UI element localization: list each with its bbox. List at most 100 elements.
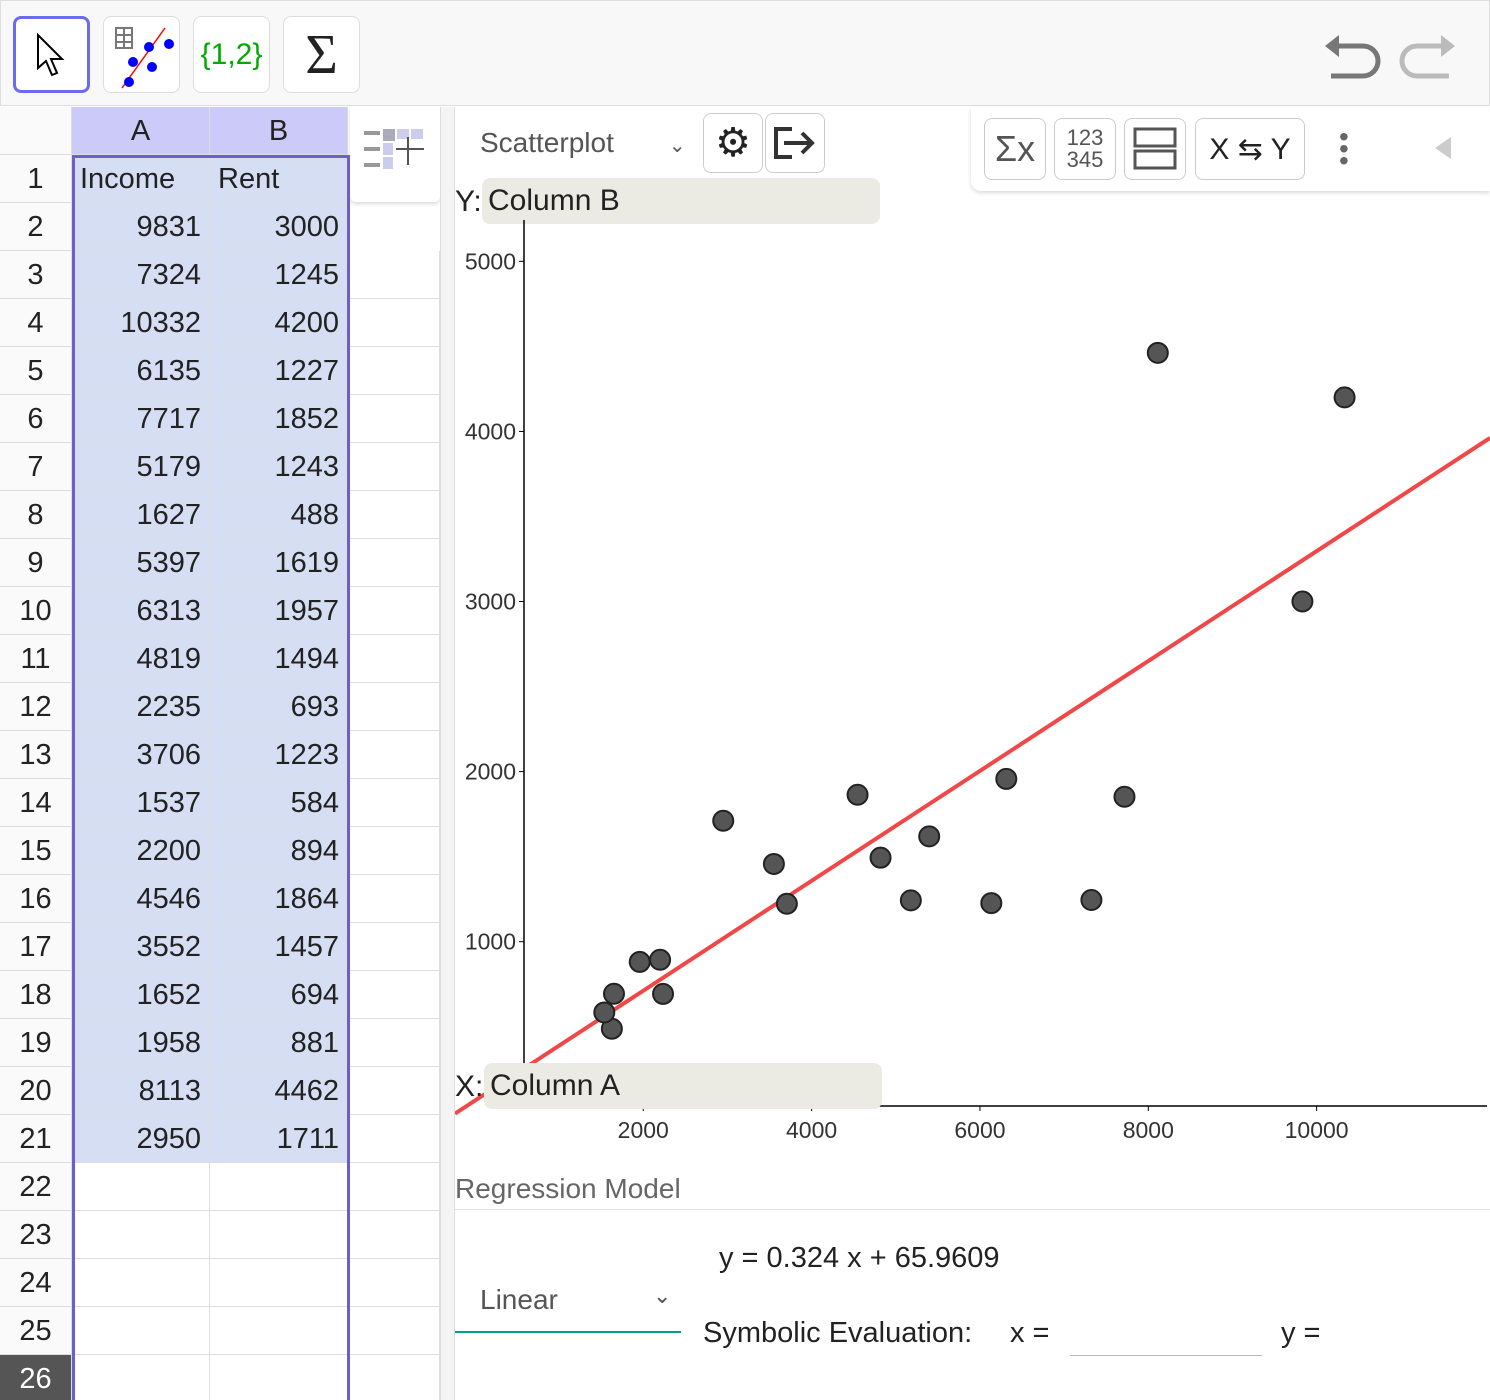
cell-c[interactable] xyxy=(348,827,440,875)
move-tool-button[interactable] xyxy=(13,16,90,93)
cell-a[interactable]: 3552 xyxy=(72,923,210,971)
row-header[interactable]: 25 xyxy=(0,1307,72,1355)
cell-c[interactable] xyxy=(348,1307,440,1355)
cell-a[interactable]: 1537 xyxy=(72,779,210,827)
cell-a[interactable]: 1652 xyxy=(72,971,210,1019)
cell-c[interactable] xyxy=(348,251,440,299)
cell-c[interactable] xyxy=(348,1211,440,1259)
export-button[interactable] xyxy=(765,113,825,173)
cell-b[interactable]: 881 xyxy=(210,1019,348,1067)
cell-b[interactable]: 1852 xyxy=(210,395,348,443)
cell-c[interactable] xyxy=(348,491,440,539)
cell-b[interactable]: 488 xyxy=(210,491,348,539)
cell-a[interactable] xyxy=(72,1355,210,1400)
cell-b[interactable]: 1457 xyxy=(210,923,348,971)
cell-a[interactable]: 2200 xyxy=(72,827,210,875)
cell-a[interactable]: 2235 xyxy=(72,683,210,731)
row-header[interactable]: 12 xyxy=(0,683,72,731)
row-header[interactable]: 1 xyxy=(0,155,72,203)
panel-divider[interactable] xyxy=(440,107,455,1400)
cell-a[interactable] xyxy=(72,1163,210,1211)
plot-type-dropdown[interactable]: Scatterplot ⌄ xyxy=(480,127,686,159)
cell-c[interactable] xyxy=(348,587,440,635)
row-header[interactable]: 4 xyxy=(0,299,72,347)
cell-a[interactable]: 8113 xyxy=(72,1067,210,1115)
undo-icon[interactable] xyxy=(1323,31,1383,83)
cell-b[interactable]: 1223 xyxy=(210,731,348,779)
row-header[interactable]: 21 xyxy=(0,1115,72,1163)
row-header[interactable]: 5 xyxy=(0,347,72,395)
cell-b[interactable]: Rent xyxy=(210,155,348,203)
cell-c[interactable] xyxy=(348,1163,440,1211)
cell-a[interactable]: 6135 xyxy=(72,347,210,395)
cell-a[interactable]: 1958 xyxy=(72,1019,210,1067)
cell-b[interactable]: 1227 xyxy=(210,347,348,395)
row-header[interactable]: 2 xyxy=(0,203,72,251)
create-list-tool-button[interactable]: {1,2} xyxy=(193,16,270,93)
cell-b[interactable]: 4462 xyxy=(210,1067,348,1115)
cell-c[interactable] xyxy=(348,635,440,683)
redo-icon[interactable] xyxy=(1397,31,1457,83)
cell-a[interactable]: 10332 xyxy=(72,299,210,347)
cell-b[interactable]: 1245 xyxy=(210,251,348,299)
row-header[interactable]: 19 xyxy=(0,1019,72,1067)
cell-c[interactable] xyxy=(348,1355,440,1400)
row-header[interactable]: 17 xyxy=(0,923,72,971)
regression-type-dropdown[interactable]: Linear ⌄ xyxy=(455,1277,681,1333)
cell-c[interactable] xyxy=(348,971,440,1019)
statistics-button[interactable]: Σx xyxy=(984,118,1046,180)
column-header-b[interactable]: B xyxy=(210,107,348,155)
cell-c[interactable] xyxy=(348,1067,440,1115)
cell-a[interactable]: 5397 xyxy=(72,539,210,587)
cell-c[interactable] xyxy=(348,1019,440,1067)
cell-b[interactable] xyxy=(210,1355,348,1400)
cell-b[interactable]: 1957 xyxy=(210,587,348,635)
cell-a[interactable]: 2950 xyxy=(72,1115,210,1163)
two-variable-regression-tool-button[interactable] xyxy=(103,16,180,93)
x-value-input[interactable] xyxy=(1070,1312,1262,1356)
y-source-field[interactable]: Column B xyxy=(482,178,880,224)
cell-a[interactable]: 5179 xyxy=(72,443,210,491)
cell-a[interactable]: 4546 xyxy=(72,875,210,923)
settings-button[interactable]: ⚙ xyxy=(703,113,763,173)
row-header[interactable]: 26 xyxy=(0,1355,72,1400)
row-header[interactable]: 3 xyxy=(0,251,72,299)
sum-tool-button[interactable]: Σ xyxy=(283,16,360,93)
collapse-arrow-icon[interactable] xyxy=(1435,137,1451,159)
row-header[interactable]: 10 xyxy=(0,587,72,635)
cell-b[interactable]: 1619 xyxy=(210,539,348,587)
cell-c[interactable] xyxy=(348,875,440,923)
more-options-icon[interactable]: • • • xyxy=(1339,123,1349,175)
scatterplot[interactable]: 2000 4000 6000 8000 10000 1000 2000 3000 4000 500… xyxy=(455,220,1490,1150)
row-header[interactable]: 13 xyxy=(0,731,72,779)
data-table-button[interactable]: 123 345 xyxy=(1054,118,1116,180)
swap-xy-button[interactable]: X ⇆ Y xyxy=(1195,118,1305,180)
row-header[interactable]: 14 xyxy=(0,779,72,827)
cell-c[interactable] xyxy=(348,443,440,491)
cell-c[interactable] xyxy=(348,299,440,347)
cell-a[interactable]: 7717 xyxy=(72,395,210,443)
cell-a[interactable]: 3706 xyxy=(72,731,210,779)
cell-c[interactable] xyxy=(348,539,440,587)
cell-b[interactable]: 894 xyxy=(210,827,348,875)
cell-a[interactable] xyxy=(72,1307,210,1355)
row-header[interactable]: 11 xyxy=(0,635,72,683)
row-header[interactable]: 16 xyxy=(0,875,72,923)
cell-a[interactable]: 9831 xyxy=(72,203,210,251)
row-header[interactable]: 15 xyxy=(0,827,72,875)
row-header[interactable]: 6 xyxy=(0,395,72,443)
cell-c[interactable] xyxy=(348,1259,440,1307)
cell-c[interactable] xyxy=(348,347,440,395)
cell-a[interactable]: 7324 xyxy=(72,251,210,299)
row-header[interactable]: 7 xyxy=(0,443,72,491)
cell-b[interactable]: 694 xyxy=(210,971,348,1019)
cell-c[interactable] xyxy=(348,923,440,971)
row-header[interactable]: 18 xyxy=(0,971,72,1019)
cell-a[interactable]: Income xyxy=(72,155,210,203)
cell-c[interactable] xyxy=(348,1115,440,1163)
cell-c[interactable] xyxy=(348,779,440,827)
cell-a[interactable]: 4819 xyxy=(72,635,210,683)
cell-b[interactable]: 1243 xyxy=(210,443,348,491)
cell-b[interactable] xyxy=(210,1259,348,1307)
cell-a[interactable]: 6313 xyxy=(72,587,210,635)
